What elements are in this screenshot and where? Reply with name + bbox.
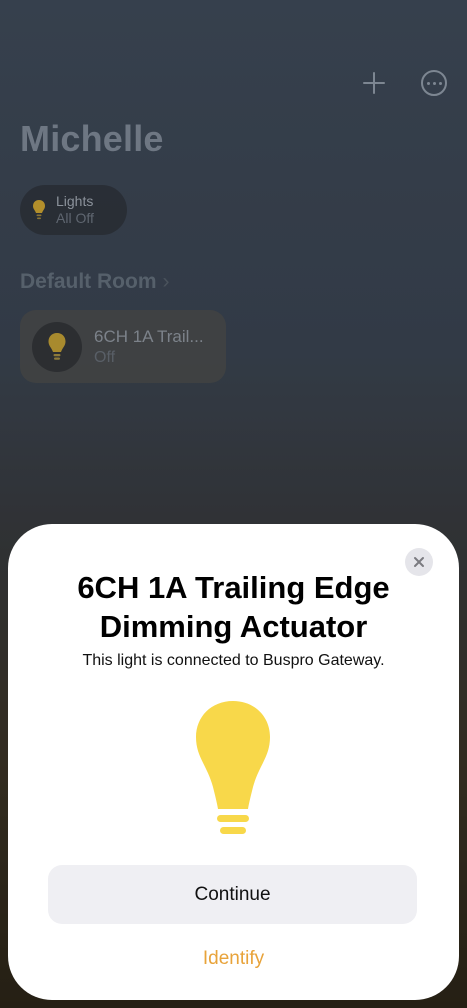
lights-label: Lights xyxy=(56,193,94,209)
lights-status: All Off xyxy=(56,210,94,226)
room-header[interactable]: Default Room › xyxy=(20,270,170,294)
accessory-state: Off xyxy=(94,348,116,366)
identify-button[interactable]: Identify xyxy=(8,948,459,970)
more-options-icon[interactable] xyxy=(421,70,447,96)
close-icon xyxy=(414,557,424,567)
continue-button[interactable]: Continue xyxy=(48,865,417,924)
sheet-subtitle: This light is connected to Buspro Gatewa… xyxy=(82,652,385,669)
chevron-right-icon: › xyxy=(162,270,170,293)
accessory-icon-circle xyxy=(32,321,82,372)
top-toolbar xyxy=(361,70,447,96)
home-title: Michelle xyxy=(20,118,164,159)
lights-status-chip[interactable]: Lights All Off xyxy=(20,185,127,235)
bulb-icon xyxy=(33,200,45,220)
accessory-tile[interactable]: 6CH 1A Trail... Off xyxy=(20,310,226,383)
sheet-title: 6CH 1A Trailing Edge Dimming Actuator xyxy=(77,570,390,644)
accessory-sheet: 6CH 1A Trailing Edge Dimming Actuator Th… xyxy=(8,524,459,1000)
accessory-name: 6CH 1A Trail... xyxy=(94,326,204,346)
bulb-icon xyxy=(48,332,66,360)
plus-icon[interactable] xyxy=(361,70,387,96)
room-name: Default Room xyxy=(20,270,157,293)
lightbulb-icon xyxy=(196,701,270,834)
